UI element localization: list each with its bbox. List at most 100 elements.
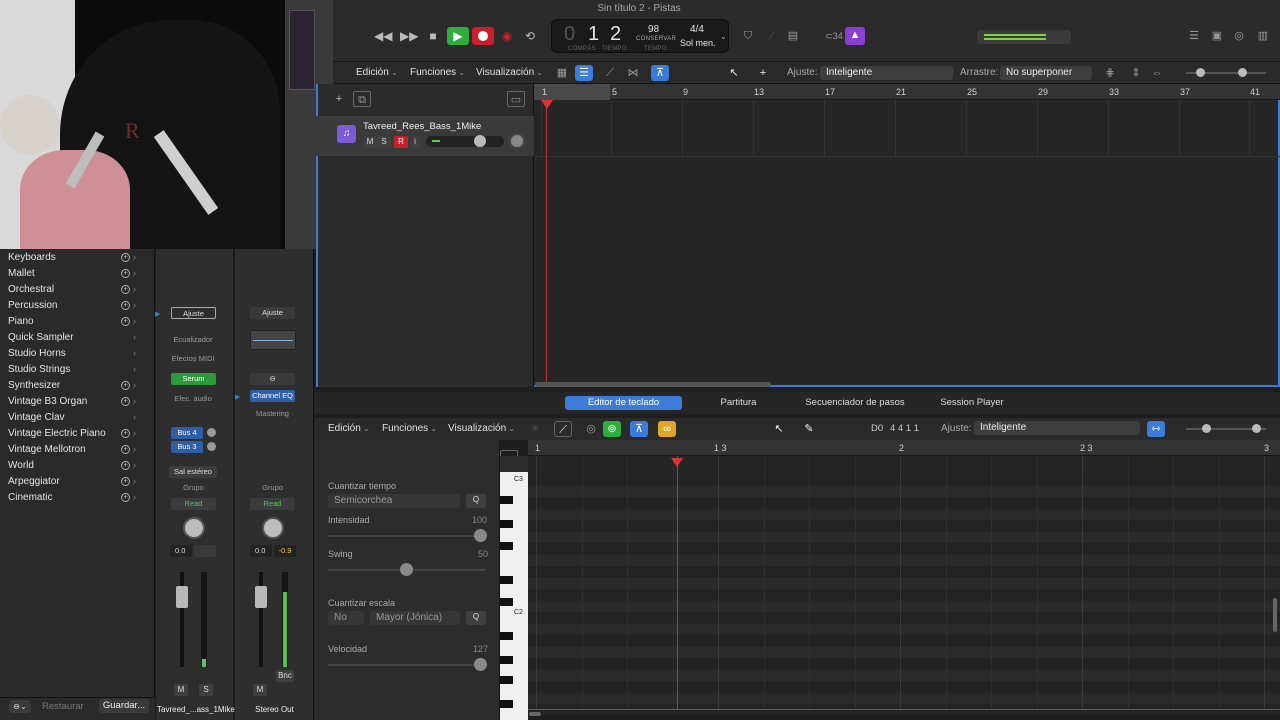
black-key[interactable] xyxy=(500,576,513,584)
catch-icon[interactable]: ⊼ xyxy=(651,65,669,81)
strip1-setting-button[interactable]: Ajuste xyxy=(171,307,216,319)
black-key[interactable] xyxy=(500,496,513,504)
quantize-time-button[interactable]: Q xyxy=(466,494,486,508)
strip2-link-icon[interactable]: ⊖ xyxy=(250,373,295,385)
flex-icon[interactable]: ⋈ xyxy=(624,65,642,81)
track-pan-knob[interactable] xyxy=(509,133,525,149)
strip1-pan-knob[interactable] xyxy=(183,517,205,539)
library-item-keyboards[interactable]: Keyboards + › xyxy=(0,251,155,266)
scale-dropdown[interactable]: Mayor (Jónica) xyxy=(370,611,460,625)
track-volume-slider[interactable] xyxy=(426,135,504,147)
midi-out-icon[interactable]: ◎ xyxy=(582,421,600,437)
drag-dropdown[interactable]: No superponer xyxy=(1000,66,1092,80)
editor-pencil-tool-icon[interactable]: ✎ xyxy=(800,421,818,437)
strip1-name[interactable]: Tavreed_...ass_1Mike xyxy=(157,705,235,714)
duplicate-track-icon[interactable]: ⧉ xyxy=(353,91,371,107)
strip1-group-slot[interactable]: Grupo xyxy=(171,482,216,494)
editor-snap-dropdown[interactable]: Inteligente xyxy=(974,421,1140,435)
strip2-mute-button[interactable]: M xyxy=(253,684,267,696)
library-item-cinematic[interactable]: Cinematic + › xyxy=(0,491,155,506)
strip1-output-slot[interactable]: Sal estéreo xyxy=(169,466,217,478)
list-editors-icon[interactable]: ☰ xyxy=(1185,28,1203,44)
view-menu[interactable]: Visualización xyxy=(476,67,543,78)
library-options-icon[interactable]: ⊖⌄ xyxy=(9,700,31,713)
black-key[interactable] xyxy=(500,656,513,664)
playhead-marker[interactable] xyxy=(541,100,553,109)
add-icon[interactable]: + xyxy=(121,317,130,326)
library-item-studio-strings[interactable]: Studio Strings › xyxy=(0,363,155,378)
add-icon[interactable]: + xyxy=(121,381,130,390)
grid-view-icon[interactable]: ▦ xyxy=(553,65,571,81)
strip2-automation-slot[interactable]: Read xyxy=(250,498,295,510)
collapse-icon[interactable]: ⊚ xyxy=(603,421,621,437)
save-button[interactable]: Guardar... xyxy=(99,699,149,713)
track-solo-button[interactable]: S xyxy=(377,136,391,148)
swing-slider[interactable] xyxy=(328,563,486,576)
scale-quantize-button[interactable]: Q xyxy=(466,611,486,625)
editor-functions-menu[interactable]: Funciones xyxy=(382,423,437,434)
add-track-icon[interactable]: + xyxy=(330,91,348,107)
library-item-mallet[interactable]: Mallet + › xyxy=(0,267,155,282)
strip1-automation-slot[interactable]: Read xyxy=(171,498,216,510)
metronome-icon[interactable]: ▲ xyxy=(845,27,865,45)
library-item-piano[interactable]: Piano + › xyxy=(0,315,155,330)
zoom-slider[interactable] xyxy=(1186,68,1266,77)
midi-in-icon[interactable]: ✳ xyxy=(526,421,544,437)
black-key[interactable] xyxy=(500,700,513,708)
add-icon[interactable]: + xyxy=(121,301,130,310)
editor-view-menu[interactable]: Visualización xyxy=(448,423,515,434)
library-item-percussion[interactable]: Percussion + › xyxy=(0,299,155,314)
add-icon[interactable]: + xyxy=(121,445,130,454)
track-record-button[interactable]: R xyxy=(394,136,408,148)
count-in-button[interactable]: ⊂34 xyxy=(822,28,846,44)
track-input-monitor-button[interactable]: i xyxy=(410,136,420,148)
black-key[interactable] xyxy=(500,542,513,550)
strength-slider[interactable] xyxy=(328,529,487,542)
black-key[interactable] xyxy=(500,632,513,640)
strip2-fader[interactable] xyxy=(255,586,267,608)
link-icon[interactable]: ∞ xyxy=(658,421,676,437)
tab-step-sequencer[interactable]: Secuenciador de pasos xyxy=(795,396,915,410)
browser-icon[interactable]: ▥ xyxy=(1254,28,1272,44)
notes-icon[interactable]: ▣ xyxy=(1208,28,1226,44)
play-button[interactable]: ▶ xyxy=(447,27,469,45)
tab-session-player[interactable]: Session Player xyxy=(930,396,1014,410)
strip1-send-2[interactable]: Bus 3 xyxy=(171,441,203,453)
editor-playhead[interactable] xyxy=(677,456,678,710)
lcd-display[interactable]: 0 1 2 COMPÁS TIEMPO 98 CONSERVAR TEMPO 4… xyxy=(551,19,729,53)
waveform-zoom-icon[interactable]: ⋕ xyxy=(1101,65,1119,81)
library-item-orchestral[interactable]: Orchestral + › xyxy=(0,283,155,298)
edit-menu[interactable]: Edición xyxy=(356,67,398,78)
track-name[interactable]: Tavreed_Rees_Bass_1Mike xyxy=(363,121,481,132)
strip1-solo-button[interactable]: S xyxy=(199,684,213,696)
track-mute-button[interactable]: M xyxy=(363,136,377,148)
forward-button[interactable]: ▶▶ xyxy=(400,28,418,44)
strip2-bounce-button[interactable]: Bnc xyxy=(276,670,294,682)
add-icon[interactable]: + xyxy=(121,269,130,278)
add-icon[interactable]: + xyxy=(121,397,130,406)
add-icon[interactable]: + xyxy=(121,477,130,486)
bar-ruler[interactable] xyxy=(534,84,1280,100)
library-item-vintage-clav[interactable]: Vintage Clav › xyxy=(0,411,155,426)
add-icon[interactable]: + xyxy=(121,429,130,438)
fit-horizontal-icon[interactable]: ⇔ xyxy=(1148,65,1166,81)
strip2-pan-knob[interactable] xyxy=(262,517,284,539)
editor-zoom-slider[interactable] xyxy=(1186,424,1266,433)
restore-button[interactable]: Restaurar xyxy=(42,701,84,712)
library-item-vintage-b3-organ[interactable]: Vintage B3 Organ + › xyxy=(0,395,155,410)
editor-pointer-tool-icon[interactable]: ↖ xyxy=(770,421,788,437)
strip1-audio-fx-slot[interactable]: Efec. audio xyxy=(165,393,221,405)
strip1-eq-slot[interactable]: Ecualizador xyxy=(165,334,221,346)
strip1-fader[interactable] xyxy=(176,586,188,608)
loop-browser-icon[interactable]: ◎ xyxy=(1230,28,1248,44)
strip1-midi-fx-slot[interactable]: Efectos MIDI xyxy=(165,353,221,365)
strip1-send-2-knob[interactable] xyxy=(207,442,216,451)
horizontal-scrollbar[interactable] xyxy=(535,382,771,387)
strip2-name[interactable]: Stereo Out xyxy=(236,705,313,714)
list-view-icon[interactable]: ☰ xyxy=(575,65,593,81)
black-key[interactable] xyxy=(500,598,513,606)
playhead[interactable] xyxy=(546,100,547,385)
lcd-chevron-icon[interactable]: ⌄ xyxy=(720,32,727,41)
library-item-quick-sampler[interactable]: Quick Sampler › xyxy=(0,331,155,346)
editor-vertical-scrollbar[interactable] xyxy=(1273,598,1277,632)
